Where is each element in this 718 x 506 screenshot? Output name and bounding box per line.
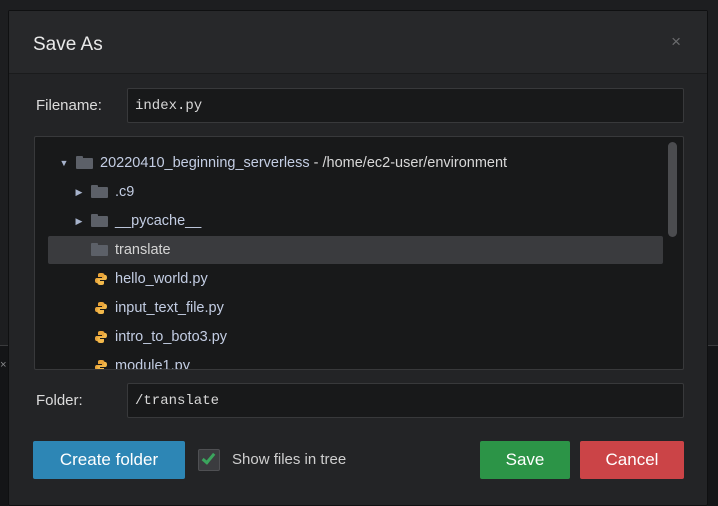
folder-icon <box>91 243 108 256</box>
cancel-button[interactable]: Cancel <box>580 441 684 479</box>
tree-item-label: .c9 <box>115 184 135 200</box>
tree-item-c9[interactable]: ▶ .c9 <box>35 178 675 206</box>
dialog-header: Save As × <box>9 11 707 74</box>
tree-item-label: intro_to_boto3.py <box>115 329 228 345</box>
dialog-title: Save As <box>33 34 103 55</box>
tree-item-label: module1.py <box>115 358 190 370</box>
checkmark-icon <box>201 450 216 465</box>
tree-root-row[interactable]: ▼ 20220410_beginning_serverless - /home/… <box>35 149 675 177</box>
filename-label: Filename: <box>36 97 102 114</box>
tree-item-pycache[interactable]: ▶ __pycache__ <box>35 207 675 235</box>
background-terminal-left: × <box>0 345 8 506</box>
folder-icon <box>91 185 108 198</box>
tree-item-label: input_text_file.py <box>115 300 224 316</box>
tree-item-translate[interactable]: translate <box>48 236 663 264</box>
tree-item-label: hello_world.py <box>115 271 208 287</box>
save-button[interactable]: Save <box>480 441 570 479</box>
python-file-icon <box>95 273 107 285</box>
create-folder-button[interactable]: Create folder <box>33 441 185 479</box>
tree-item-hello-world[interactable]: hello_world.py <box>35 265 675 293</box>
tree-item-label: translate <box>115 242 171 258</box>
root-folder-path: - /home/ec2-user/environment <box>309 155 508 171</box>
folder-input[interactable] <box>127 383 684 418</box>
file-tree[interactable]: ▼ 20220410_beginning_serverless - /home/… <box>34 136 684 370</box>
background-panel-right <box>708 345 718 506</box>
root-folder-name: 20220410_beginning_serverless <box>100 155 310 171</box>
tree-item-label: __pycache__ <box>115 213 202 229</box>
tree-root-label: 20220410_beginning_serverless - /home/ec… <box>100 155 507 171</box>
tree-item-module1[interactable]: module1.py <box>35 352 675 370</box>
tree-item-intro-to-boto3[interactable]: intro_to_boto3.py <box>35 323 675 351</box>
save-as-dialog: Save As × Filename: ▼ 20220410_beginning… <box>8 10 708 506</box>
show-files-checkbox[interactable] <box>198 449 220 471</box>
python-file-icon <box>95 302 107 314</box>
chevron-right-icon[interactable]: ▶ <box>74 216 84 226</box>
chevron-right-icon[interactable]: ▶ <box>74 187 84 197</box>
folder-label: Folder: <box>36 392 83 409</box>
show-files-label: Show files in tree <box>232 451 347 468</box>
tree-item-input-text-file[interactable]: input_text_file.py <box>35 294 675 322</box>
python-file-icon <box>95 331 107 343</box>
folder-icon <box>76 156 93 169</box>
tree-scrollbar[interactable] <box>668 142 677 237</box>
folder-icon <box>91 214 108 227</box>
filename-input[interactable] <box>127 88 684 123</box>
python-file-icon <box>95 360 107 369</box>
close-icon[interactable]: × <box>671 33 681 50</box>
chevron-down-icon[interactable]: ▼ <box>59 158 69 168</box>
background-glyph: × <box>0 360 7 372</box>
